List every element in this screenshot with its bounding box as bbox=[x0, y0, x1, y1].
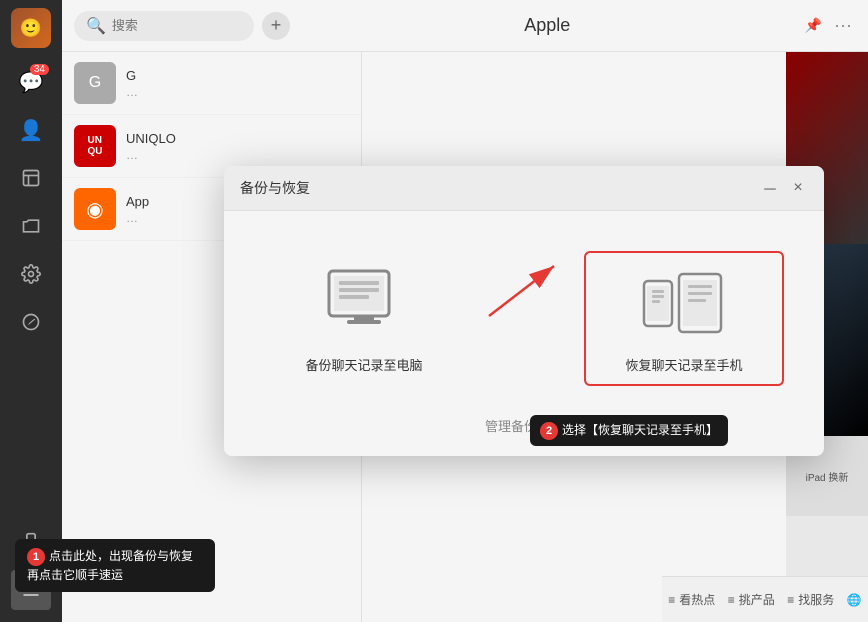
search-icon: 🔍 bbox=[86, 16, 106, 36]
tooltip-1-badge: 1 bbox=[27, 548, 45, 566]
avatar: G bbox=[74, 62, 116, 104]
sidebar-item-discover[interactable] bbox=[11, 302, 51, 342]
page-title: Apple bbox=[290, 15, 805, 36]
modal-body: 备份聊天记录至电脑 bbox=[224, 211, 824, 406]
search-box[interactable]: 🔍 bbox=[74, 11, 254, 41]
avatar: ◉ bbox=[74, 188, 116, 230]
tooltip-1: 1点击此处，出现备份与恢复再点击它顺手速运 bbox=[15, 539, 215, 592]
sidebar-item-box[interactable] bbox=[11, 158, 51, 198]
modal-controls: － × bbox=[760, 178, 808, 198]
nav-item-hot[interactable]: ≡ 看热点 bbox=[668, 591, 715, 608]
add-button[interactable]: + bbox=[262, 12, 290, 40]
nav-item-services[interactable]: ≡ 找服务 bbox=[787, 591, 834, 608]
backup-restore-modal: 备份与恢复 － × 备份聊天 bbox=[224, 166, 824, 456]
sidebar-item-settings[interactable] bbox=[11, 254, 51, 294]
pin-icon: 📌 bbox=[805, 17, 822, 34]
list-item[interactable]: G G … bbox=[62, 52, 361, 115]
chat-preview: … bbox=[126, 148, 349, 162]
restore-label: 恢复聊天记录至手机 bbox=[625, 355, 742, 374]
restore-icon bbox=[634, 263, 734, 343]
bottom-nav: ≡ 看热点 ≡ 挑产品 ≡ 找服务 🌐 bbox=[662, 576, 868, 622]
modal-titlebar: 备份与恢复 － × bbox=[224, 166, 824, 211]
topbar: 🔍 + Apple 📌 ··· bbox=[62, 0, 868, 52]
hot-icon: ≡ bbox=[668, 593, 675, 607]
chat-name: UNIQLO bbox=[126, 131, 349, 146]
message-badge: 34 bbox=[30, 64, 49, 75]
backup-option[interactable]: 备份聊天记录至电脑 bbox=[264, 251, 464, 386]
globe-icon: 🌐 bbox=[847, 593, 862, 607]
tooltip-2-badge: 2 bbox=[540, 422, 558, 440]
backup-icon bbox=[314, 263, 414, 343]
nav-item-globe[interactable]: 🌐 bbox=[847, 593, 862, 607]
minimize-button[interactable]: － bbox=[760, 178, 780, 198]
avatar: UNQU bbox=[74, 125, 116, 167]
products-icon: ≡ bbox=[728, 593, 735, 607]
backup-label: 备份聊天记录至电脑 bbox=[305, 355, 422, 374]
nav-item-products[interactable]: ≡ 挑产品 bbox=[728, 591, 775, 608]
modal-title: 备份与恢复 bbox=[240, 178, 310, 198]
chat-name: G bbox=[126, 68, 349, 83]
sidebar-item-message[interactable]: 💬 34 bbox=[11, 62, 51, 102]
modal-footer: 管理备份文件 bbox=[224, 406, 824, 456]
services-icon: ≡ bbox=[787, 593, 794, 607]
tooltip-2: 2选择【恢复聊天记录至手机】 bbox=[530, 415, 728, 446]
more-button[interactable]: ··· bbox=[830, 11, 856, 40]
avatar[interactable]: 🙂 bbox=[11, 8, 51, 48]
chat-preview: … bbox=[126, 85, 349, 99]
close-button[interactable]: × bbox=[788, 178, 808, 198]
restore-option[interactable]: 恢复聊天记录至手机 bbox=[584, 251, 784, 386]
search-input[interactable] bbox=[112, 18, 252, 33]
sidebar: 🙂 💬 34 👤 bbox=[0, 0, 62, 622]
sidebar-item-folder[interactable] bbox=[11, 206, 51, 246]
sidebar-item-contacts[interactable]: 👤 bbox=[11, 110, 51, 150]
